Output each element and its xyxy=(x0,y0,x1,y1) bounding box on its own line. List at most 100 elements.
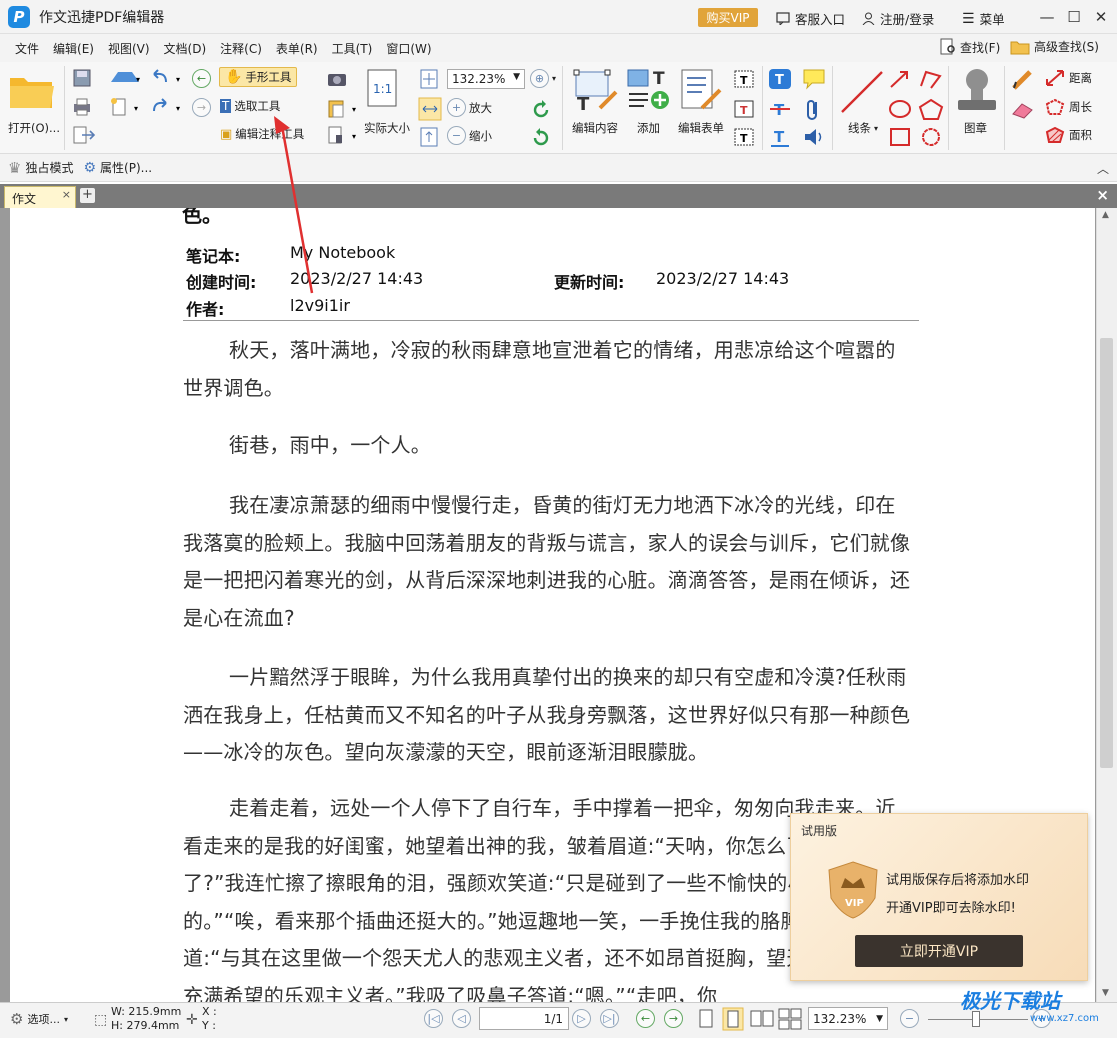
maximize-button[interactable]: ☐ xyxy=(1066,8,1082,26)
activate-vip-button[interactable]: 立即开通VIP xyxy=(855,935,1023,967)
menu-form[interactable]: 表单(R) xyxy=(269,40,325,57)
add-content-icon: T xyxy=(627,69,669,109)
fit-page-icon[interactable] xyxy=(418,68,440,90)
arrow-icon[interactable] xyxy=(888,68,912,90)
close-window-button[interactable]: ✕ xyxy=(1093,8,1109,26)
undo-icon[interactable]: ▾ xyxy=(150,68,184,88)
facing-page-icon[interactable] xyxy=(750,1008,774,1030)
minimize-button[interactable]: — xyxy=(1039,8,1055,26)
scroll-thumb[interactable] xyxy=(1100,338,1113,768)
prev-view-button[interactable]: ← xyxy=(192,69,211,88)
hand-tool-button[interactable]: ✋ 手形工具 xyxy=(219,67,298,87)
plus-icon: + xyxy=(447,98,466,117)
zoom-select[interactable]: 132.23% ▼ xyxy=(447,69,525,89)
zoom-tool-button[interactable]: ⊕ ▾ xyxy=(530,69,556,88)
scan-icon[interactable]: ▾ xyxy=(108,68,142,88)
clipboard-icon[interactable]: ▾ xyxy=(326,98,360,118)
properties-button[interactable]: ⚙ 属性(P)... xyxy=(83,159,152,176)
first-page-button[interactable]: |◁ xyxy=(424,1009,443,1028)
continuous-facing-icon[interactable] xyxy=(778,1008,802,1030)
line-button[interactable]: 线条 ▾ xyxy=(848,120,878,136)
export-icon[interactable] xyxy=(72,125,98,145)
advanced-find-button[interactable]: 高级查找(S) xyxy=(1010,38,1099,55)
menu-document[interactable]: 文档(D) xyxy=(157,40,214,57)
print-icon[interactable] xyxy=(72,97,92,117)
open-button[interactable] xyxy=(8,70,56,110)
rotate-right-icon[interactable] xyxy=(530,126,552,148)
new-tab-button[interactable]: + xyxy=(80,188,95,203)
exclusive-mode-button[interactable]: ♛ 独占模式 xyxy=(8,159,73,177)
strikethrough-icon[interactable]: T xyxy=(768,98,792,120)
underline-icon[interactable]: T xyxy=(768,126,792,148)
distance-button[interactable]: 距离 xyxy=(1044,69,1092,87)
new-doc-icon[interactable]: ▾ xyxy=(108,97,142,117)
zoom-out-button[interactable]: − 缩小 xyxy=(447,126,492,145)
single-page-icon[interactable] xyxy=(697,1008,715,1030)
text-highlight-icon[interactable]: T xyxy=(768,68,792,90)
area-button[interactable]: 面积 xyxy=(1044,126,1092,144)
save-icon[interactable] xyxy=(72,68,92,88)
menu-file[interactable]: 文件 xyxy=(8,40,46,57)
last-page-button[interactable]: ▷| xyxy=(600,1009,619,1028)
next-page-button[interactable]: ▷ xyxy=(572,1009,591,1028)
buy-vip-button[interactable]: 购买VIP xyxy=(698,8,758,27)
zoom-in-button[interactable]: + 放大 xyxy=(447,98,492,117)
close-icon[interactable]: × xyxy=(62,188,71,201)
callout-icon[interactable]: T xyxy=(733,126,755,148)
eraser-icon[interactable] xyxy=(1010,98,1036,120)
forward-button[interactable]: → xyxy=(664,1009,683,1028)
close-all-tabs-button[interactable]: × xyxy=(1096,186,1109,204)
pencil-icon[interactable] xyxy=(1010,68,1036,90)
menu-edit[interactable]: 编辑(E) xyxy=(46,40,101,57)
attachment-icon[interactable] xyxy=(802,98,826,122)
actual-size-button[interactable]: 1:1 xyxy=(364,68,400,108)
polyline-icon[interactable] xyxy=(918,68,944,90)
scroll-up-icon[interactable]: ▲ xyxy=(1102,210,1109,220)
redo-icon[interactable]: ▾ xyxy=(150,97,184,117)
prev-page-button[interactable]: ◁ xyxy=(452,1009,471,1028)
sound-icon[interactable] xyxy=(802,126,826,148)
status-zoom-out-button[interactable]: − xyxy=(900,1009,919,1028)
menu-window[interactable]: 窗口(W) xyxy=(379,40,438,57)
text-box-icon[interactable]: T xyxy=(733,98,755,120)
menu-tools[interactable]: 工具(T) xyxy=(325,40,380,57)
rectangle-icon[interactable] xyxy=(888,126,912,148)
perimeter-button[interactable]: 周长 xyxy=(1044,98,1092,116)
edit-form-button[interactable] xyxy=(680,68,724,112)
text-field-icon[interactable]: T xyxy=(733,68,755,90)
tab-document[interactable]: 作文 × xyxy=(4,186,76,208)
customer-service-link[interactable]: 客服入口 xyxy=(776,9,845,28)
cloud-icon[interactable] xyxy=(918,126,944,148)
main-menu-button[interactable]: ☰ 菜单 xyxy=(962,9,1005,28)
next-view-button[interactable]: → xyxy=(192,98,211,117)
status-zoom-select[interactable]: 132.23% ▼ xyxy=(808,1007,888,1030)
vertical-scrollbar[interactable]: ▲ ▼ xyxy=(1096,208,1117,1002)
collapse-ribbon-icon[interactable]: ︿ xyxy=(1097,160,1109,177)
fit-visible-icon[interactable] xyxy=(418,126,440,148)
scroll-down-icon[interactable]: ▼ xyxy=(1102,988,1109,998)
doc-tools-icon[interactable]: ▾ xyxy=(326,125,360,145)
ellipse-icon[interactable] xyxy=(888,98,912,120)
open-label[interactable]: 打开(O)... xyxy=(8,120,60,136)
options-button[interactable]: ⚙ 选项... ▾ xyxy=(10,1010,68,1028)
page-number-input[interactable]: 1/1 xyxy=(479,1007,569,1030)
edit-content-button[interactable]: T xyxy=(572,68,620,112)
edit-form-label[interactable]: 编辑表单 xyxy=(678,120,724,136)
crown-icon: ♛ xyxy=(8,158,22,177)
stamp-button[interactable] xyxy=(954,66,1000,116)
polygon-icon[interactable] xyxy=(918,98,944,120)
add-button[interactable]: T xyxy=(626,68,674,112)
line-icon[interactable] xyxy=(838,68,886,116)
add-label[interactable]: 添加 xyxy=(637,120,660,136)
edit-content-label[interactable]: 编辑内容 xyxy=(572,120,618,136)
back-button[interactable]: ← xyxy=(636,1009,655,1028)
fit-width-icon[interactable] xyxy=(418,97,442,121)
find-button[interactable]: 查找(F) xyxy=(940,38,1000,56)
rotate-left-icon[interactable] xyxy=(530,98,552,120)
continuous-page-icon[interactable] xyxy=(722,1007,744,1031)
login-link[interactable]: 注册/登录 xyxy=(862,9,934,28)
snapshot-icon[interactable] xyxy=(326,69,348,87)
note-icon[interactable] xyxy=(802,68,826,90)
menu-view[interactable]: 视图(V) xyxy=(101,40,157,57)
menu-comment[interactable]: 注释(C) xyxy=(213,40,269,57)
